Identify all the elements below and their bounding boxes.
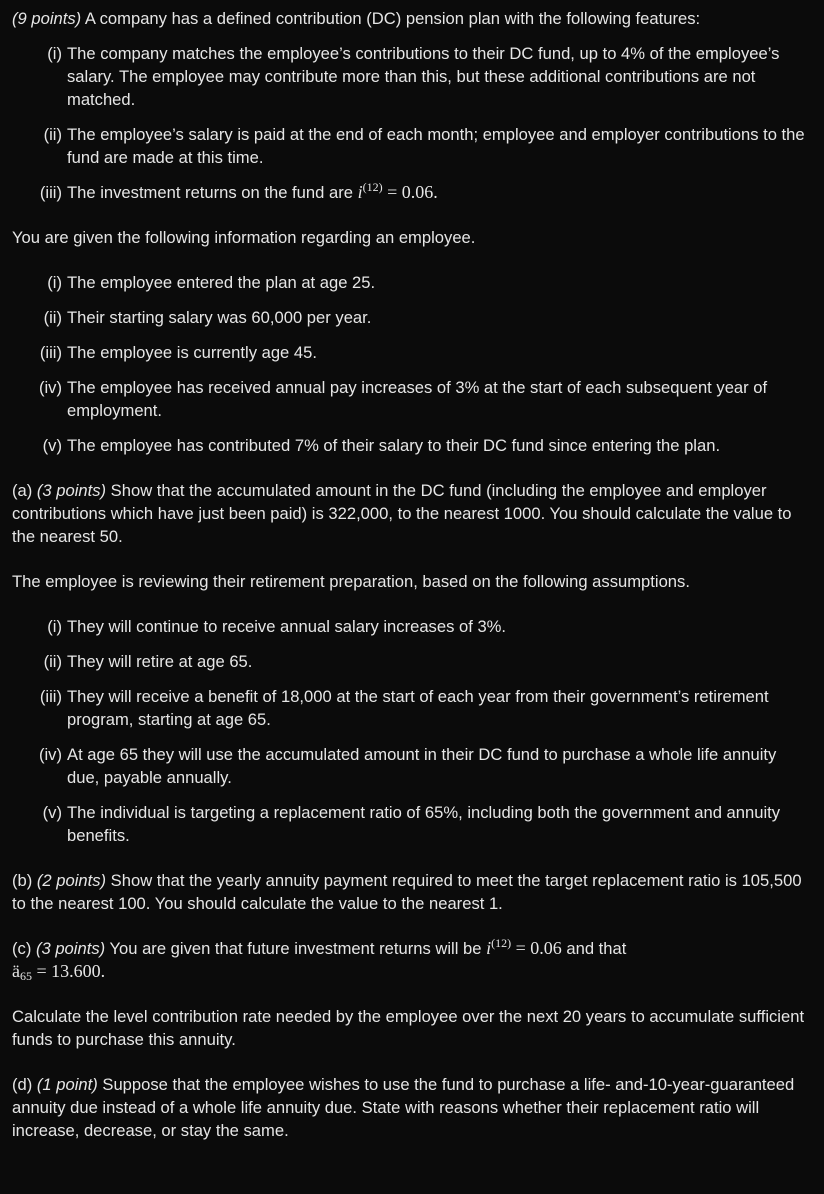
item-text: The investment returns on the fund are (67, 183, 358, 202)
part-label: (c) (12, 939, 36, 958)
part-c-question: Calculate the level contribution rate ne… (12, 1007, 805, 1049)
points-label: (3 points) (35, 939, 106, 958)
item-text: The employee entered the plan at age 25. (67, 273, 376, 292)
item-number: (v) (42, 803, 62, 822)
plan-features-list: (i) The company matches the employee’s co… (12, 42, 812, 204)
part-text: Show that the accumulated amount in the … (12, 481, 792, 546)
list-item: (iii) They will receive a benefit of 18,0… (12, 685, 812, 731)
item-number: (iii) (39, 687, 62, 706)
list-item: (ii) Their starting salary was 60,000 per… (12, 306, 812, 329)
item-text: The individual is targeting a replacemen… (67, 803, 781, 845)
part-d: (d) (1 point) Suppose that the employee … (12, 1073, 812, 1142)
points-label: (9 points) (12, 9, 82, 28)
list-item: (i) The employee entered the plan at age … (12, 271, 812, 294)
item-text: The company matches the employee’s contr… (67, 44, 780, 109)
item-text: Their starting salary was 60,000 per yea… (67, 308, 372, 327)
item-number: (v) (42, 436, 62, 455)
list-item: (iii) The employee is currently age 45. (12, 341, 812, 364)
part-text-continued: and that (561, 939, 627, 958)
problem-intro: (9 points) A company has a defined contr… (12, 7, 812, 30)
part-text: Suppose that the employee wishes to use … (12, 1075, 795, 1140)
employee-info-list: (i) The employee entered the plan at age … (12, 271, 812, 457)
item-text: They will continue to receive annual sal… (67, 617, 507, 636)
item-text: The employee has contributed 7% of their… (67, 436, 721, 455)
item-number: (i) (47, 44, 62, 63)
list-item: (v) The individual is targeting a replace… (12, 801, 812, 847)
item-number: (iii) (39, 183, 62, 202)
list-item: (v) The employee has contributed 7% of th… (12, 434, 812, 457)
item-number: (ii) (43, 308, 62, 327)
review-intro: The employee is reviewing their retireme… (12, 572, 690, 591)
item-number: (i) (47, 617, 62, 636)
part-label: (d) (12, 1075, 37, 1094)
item-text: They will receive a benefit of 18,000 at… (67, 687, 769, 729)
problem-document: (9 points) A company has a defined contr… (12, 7, 812, 1142)
list-item: (iv) The employee has received annual pay… (12, 376, 812, 422)
part-c: (c) (3 points) You are given that future… (12, 937, 812, 983)
part-text: Show that the yearly annuity payment req… (12, 871, 802, 913)
interest-rate-formula: i(12) = 0.06. (357, 180, 438, 202)
item-text: At age 65 they will use the accumulated … (67, 745, 777, 787)
intro-text: A company has a defined contribution (DC… (81, 9, 701, 28)
item-number: (i) (47, 273, 62, 292)
list-item: (iv) At age 65 they will use the accumula… (12, 743, 812, 789)
list-item: (i) They will continue to receive annual … (12, 615, 812, 638)
part-a: (a) (3 points) Show that the accumulated… (12, 479, 812, 548)
item-number: (iv) (38, 378, 62, 397)
item-text: They will retire at age 65. (67, 652, 253, 671)
annuity-factor-formula: ä65 = 13.600. (12, 961, 106, 983)
list-item: (i) The company matches the employee’s co… (12, 42, 812, 111)
list-item: (iii) The investment returns on the fund … (12, 181, 812, 204)
employee-intro: You are given the following information … (12, 228, 476, 247)
item-text: The employee is currently age 45. (67, 343, 317, 362)
item-number: (iv) (38, 745, 62, 764)
item-text: The employee has received annual pay inc… (67, 378, 768, 420)
item-text: The employee’s salary is paid at the end… (67, 125, 805, 167)
points-label: (3 points) (36, 481, 107, 500)
assumptions-list: (i) They will continue to receive annual … (12, 615, 812, 847)
points-label: (2 points) (36, 871, 107, 890)
item-number: (ii) (43, 125, 62, 144)
part-label: (b) (12, 871, 37, 890)
part-label: (a) (12, 481, 37, 500)
part-b: (b) (2 points) Show that the yearly annu… (12, 869, 812, 915)
points-label: (1 point) (36, 1075, 98, 1094)
list-item: (ii) The employee’s salary is paid at the… (12, 123, 812, 169)
part-text: You are given that future investment ret… (105, 939, 487, 958)
interest-rate-formula: i(12) = 0.06 (486, 936, 562, 958)
item-number: (ii) (43, 652, 62, 671)
list-item: (ii) They will retire at age 65. (12, 650, 812, 673)
item-number: (iii) (39, 343, 62, 362)
